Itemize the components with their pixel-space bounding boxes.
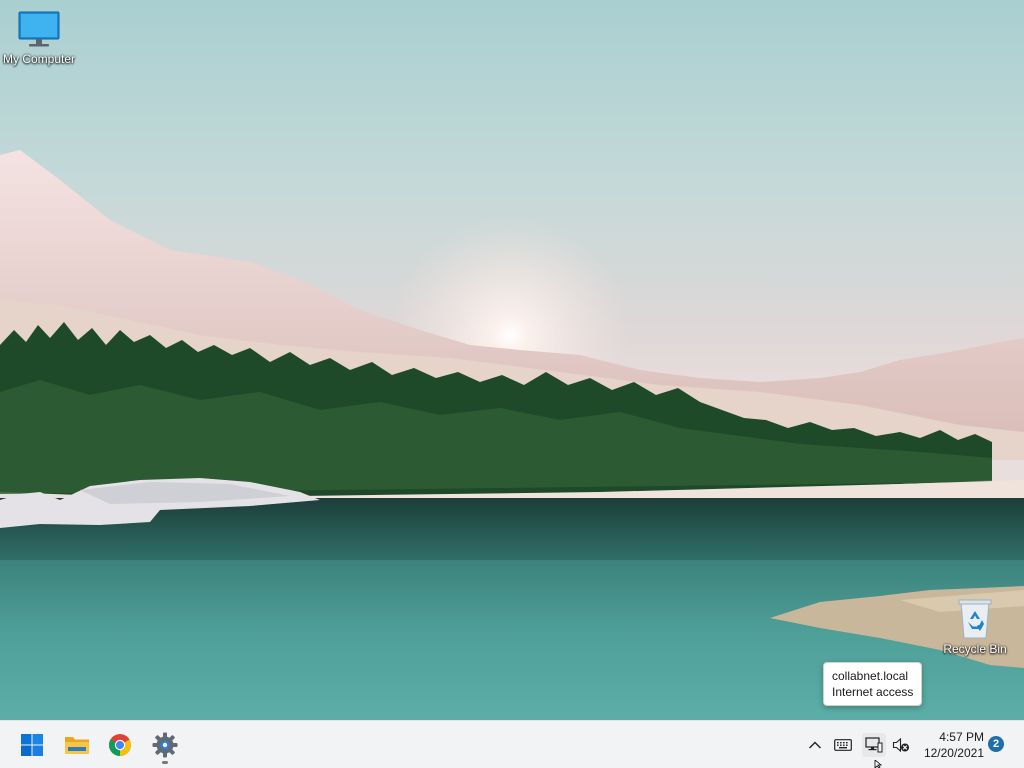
notification-badge[interactable]: 2 (988, 736, 1004, 752)
tooltip-network-status: Internet access (832, 685, 914, 699)
gear-icon (152, 732, 178, 758)
recycle-bin-icon (958, 599, 992, 639)
taskbar: 4:57 PM 12/20/2021 (0, 720, 1024, 768)
my-computer-label: My Computer (2, 52, 76, 66)
chrome-taskbar-button[interactable] (100, 725, 140, 765)
recycle-bin-desktop-icon[interactable]: Recycle Bin (935, 598, 1015, 656)
chrome-icon (109, 734, 131, 756)
network-icon (865, 737, 883, 753)
monitor-icon (18, 11, 60, 47)
clock-time: 4:57 PM (939, 730, 984, 744)
mouse-cursor-icon (874, 760, 883, 768)
network-tooltip: collabnet.local Internet access (823, 662, 923, 706)
show-hidden-icons-button[interactable] (803, 733, 827, 757)
keyboard-icon (834, 739, 852, 751)
folder-icon (65, 737, 89, 754)
file-explorer-taskbar-button[interactable] (57, 725, 97, 765)
wallpaper-landscape (0, 150, 1024, 720)
windows-logo-icon (21, 734, 43, 756)
chevron-up-icon (809, 741, 821, 749)
volume-muted-icon (892, 737, 909, 753)
tooltip-network-name: collabnet.local (832, 669, 909, 683)
input-indicator-button[interactable] (831, 733, 855, 757)
network-tray-button[interactable] (862, 733, 886, 757)
desktop: My Computer Recycle Bin collabnet.local … (0, 0, 1024, 720)
clock-date: 12/20/2021 (923, 746, 984, 760)
start-button[interactable] (12, 725, 52, 765)
running-indicator (162, 761, 168, 764)
settings-taskbar-button[interactable] (145, 725, 185, 765)
clock[interactable]: 4:57 PM 12/20/2021 (918, 729, 984, 761)
recycle-bin-label: Recycle Bin (943, 642, 1007, 656)
my-computer-desktop-icon[interactable]: My Computer (0, 10, 79, 66)
volume-tray-button[interactable] (889, 733, 913, 757)
